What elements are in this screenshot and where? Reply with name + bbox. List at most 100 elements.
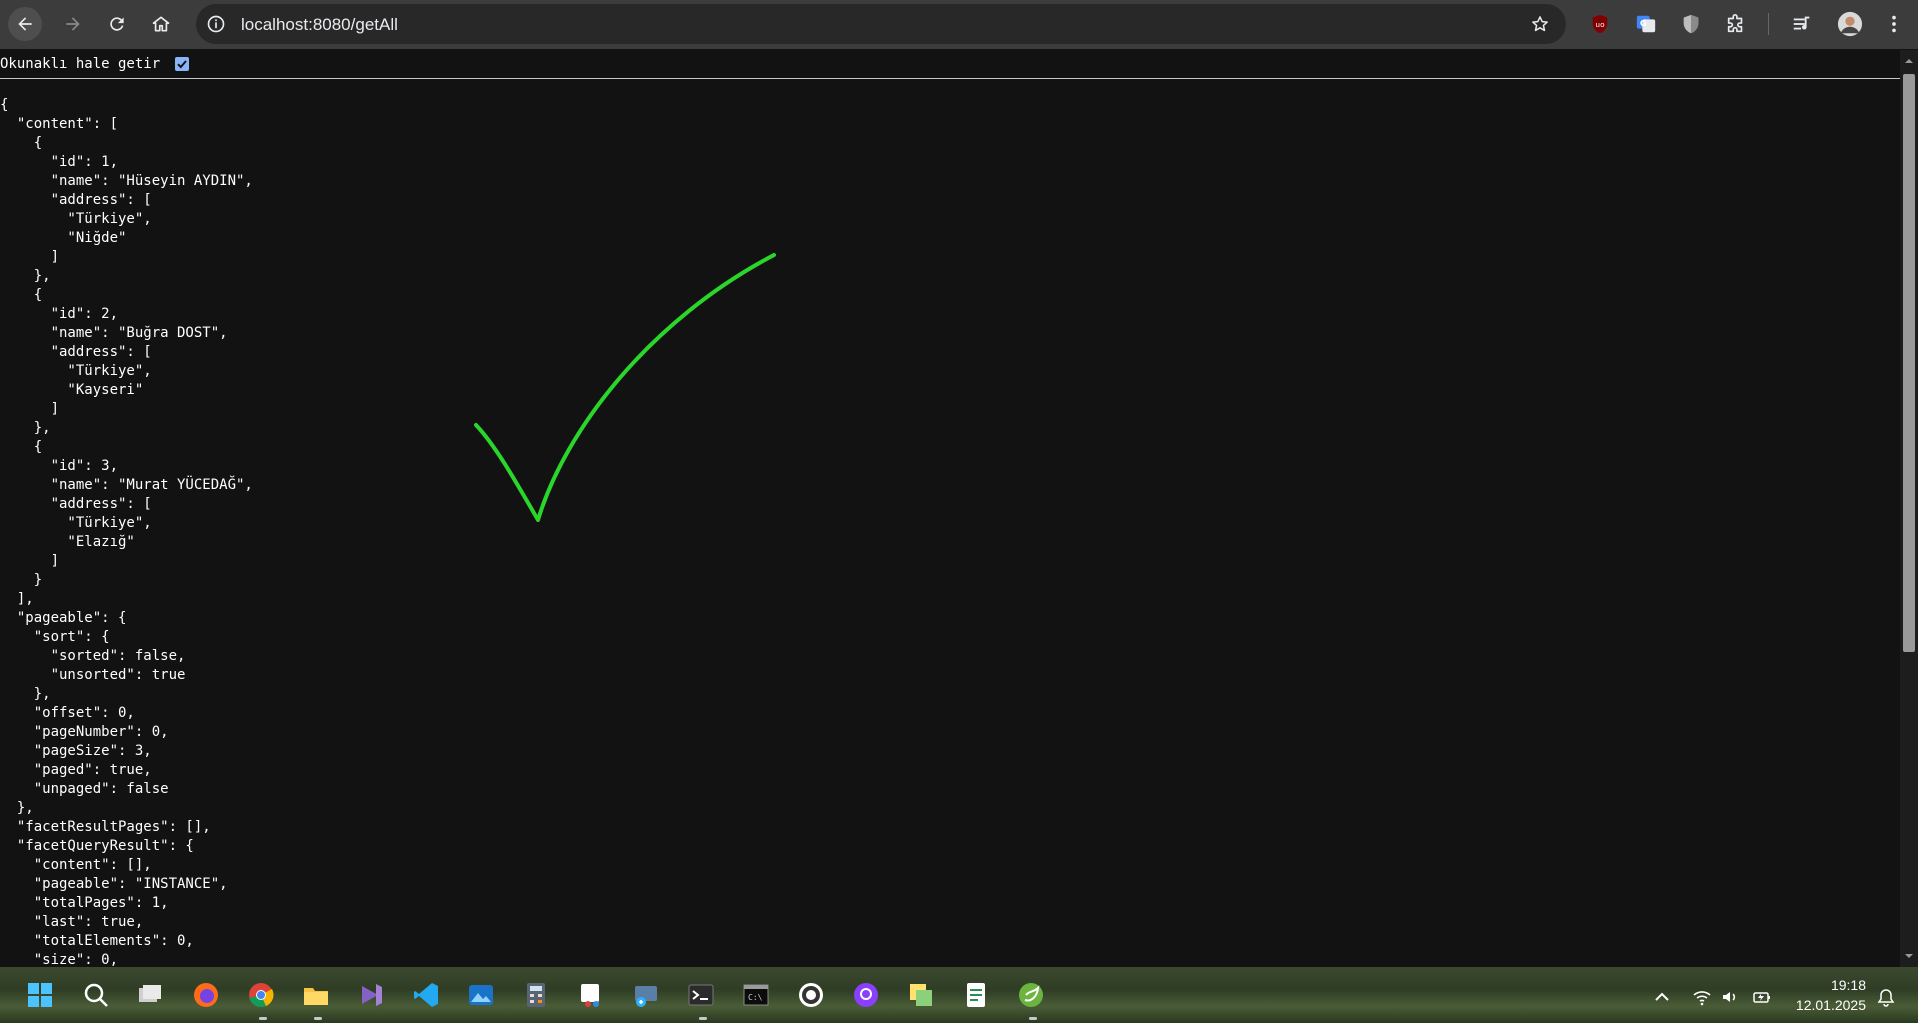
reload-icon: [110, 17, 124, 31]
firefox-icon[interactable]: [190, 979, 222, 1011]
back-button[interactable]: [8, 7, 42, 41]
cmd-icon[interactable]: C:\: [740, 979, 772, 1011]
json-line: "Kayseri": [0, 382, 144, 398]
json-line: "facetQueryResult": {: [0, 838, 194, 854]
notification-bell-icon[interactable]: [1876, 987, 1896, 1007]
forward-button[interactable]: [56, 7, 90, 41]
explorer-running-indicator: [314, 1017, 322, 1020]
json-line: "content": [: [0, 116, 119, 132]
spring-running-indicator: [1029, 1017, 1037, 1020]
pretty-print-label: Okunaklı hale getir: [0, 56, 161, 72]
json-line: {: [0, 439, 43, 455]
json-line: ]: [0, 249, 60, 265]
postman-icon[interactable]: [795, 979, 827, 1011]
windows-start-icon[interactable]: [24, 979, 56, 1011]
json-line: "address": [: [0, 344, 152, 360]
clock-time: 19:18: [1830, 977, 1866, 993]
google-translate-icon[interactable]: G: [1634, 12, 1658, 36]
checkmark-annotation-icon: [474, 253, 776, 522]
json-line: }: [0, 572, 43, 588]
json-line: "name": "Murat YÜCEDAĞ",: [0, 477, 253, 493]
notepad-icon[interactable]: [960, 979, 992, 1011]
json-line: "pageSize": 3,: [0, 743, 152, 759]
json-line: ]: [0, 401, 60, 417]
windows-taskbar: C:\ 19:18 12.01.2025: [0, 967, 1918, 1023]
snipping-tool-icon[interactable]: [575, 979, 607, 1011]
battery-charging-icon[interactable]: [1752, 987, 1772, 1007]
site-info-icon[interactable]: [206, 14, 226, 34]
json-line: ]: [0, 553, 60, 569]
json-line: "unpaged": false: [0, 781, 169, 797]
scrollbar[interactable]: [1900, 50, 1918, 967]
shield-icon[interactable]: [1679, 12, 1703, 36]
browser-toolbar: localhost:8080/getAll uo G: [0, 0, 1918, 49]
clock-date: 12.01.2025: [1795, 997, 1866, 1013]
ublock-icon[interactable]: uo: [1588, 12, 1612, 36]
scroll-down-arrow-icon[interactable]: [1904, 951, 1914, 961]
json-line: "content": [],: [0, 857, 152, 873]
bookmark-star-icon[interactable]: [1530, 14, 1550, 34]
json-line: "id": 1,: [0, 154, 119, 170]
sticky-notes-icon[interactable]: [905, 979, 937, 1011]
menu-kebab-icon[interactable]: [1882, 12, 1906, 36]
media-control-icon[interactable]: [1790, 12, 1814, 36]
json-line: "offset": 0,: [0, 705, 135, 721]
json-line: "totalElements": 0,: [0, 933, 194, 949]
json-content: { "content": [ { "id": 1, "name": "Hüsey…: [0, 96, 253, 970]
photos-icon[interactable]: [465, 979, 497, 1011]
json-line: "pageable": "INSTANCE",: [0, 876, 228, 892]
extensions-puzzle-icon[interactable]: [1724, 12, 1748, 36]
json-line: {: [0, 97, 9, 113]
home-icon: [152, 16, 170, 32]
checkbox-check-icon: [177, 60, 187, 69]
profile-avatar-icon[interactable]: [1836, 10, 1864, 38]
terminal-running-indicator: [699, 1017, 707, 1020]
forward-icon: [66, 17, 80, 31]
spring-tools-icon[interactable]: [1015, 979, 1047, 1011]
home-button[interactable]: [144, 7, 178, 41]
json-line: "last": true,: [0, 914, 144, 930]
json-line: },: [0, 800, 34, 816]
task-view-icon[interactable]: [134, 979, 166, 1011]
json-line: },: [0, 268, 51, 284]
json-line: "pageNumber": 0,: [0, 724, 169, 740]
calculator-icon[interactable]: [520, 979, 552, 1011]
reload-button[interactable]: [100, 7, 134, 41]
svg-text:uo: uo: [1595, 20, 1605, 29]
pretty-print-checkbox[interactable]: [175, 57, 189, 71]
json-line: },: [0, 420, 51, 436]
svg-text:C:\: C:\: [748, 993, 763, 1002]
back-icon: [18, 17, 32, 31]
visual-studio-icon[interactable]: [355, 979, 387, 1011]
chrome-icon[interactable]: [245, 979, 277, 1011]
json-line: "pageable": {: [0, 610, 127, 626]
json-line: "Türkiye",: [0, 211, 152, 227]
search-icon[interactable]: [80, 979, 112, 1011]
url-text[interactable]: localhost:8080/getAll: [241, 15, 398, 35]
json-line: "Elazığ": [0, 534, 135, 550]
json-line: "facetResultPages": [],: [0, 819, 211, 835]
tray-overflow-chevron-icon[interactable]: [1652, 987, 1672, 1007]
json-line: "address": [: [0, 496, 152, 512]
json-line: "paged": true,: [0, 762, 152, 778]
vscode-icon[interactable]: [410, 979, 442, 1011]
json-line: {: [0, 287, 43, 303]
svg-text:G: G: [1640, 18, 1647, 28]
scroll-up-arrow-icon[interactable]: [1904, 56, 1914, 66]
remote-desktop-icon[interactable]: [630, 979, 662, 1011]
wifi-icon[interactable]: [1692, 987, 1712, 1007]
toolbar-divider: [1768, 13, 1769, 35]
volume-icon[interactable]: [1720, 987, 1740, 1007]
json-line: "id": 3,: [0, 458, 119, 474]
file-explorer-icon[interactable]: [300, 979, 332, 1011]
json-line: ],: [0, 591, 34, 607]
system-clock[interactable]: 19:18 12.01.2025: [1796, 975, 1866, 1015]
json-line: "sorted": false,: [0, 648, 186, 664]
address-bar[interactable]: localhost:8080/getAll: [196, 4, 1566, 44]
chrome-running-indicator: [259, 1017, 267, 1020]
github-desktop-icon[interactable]: [850, 979, 882, 1011]
json-line: "Türkiye",: [0, 363, 152, 379]
scroll-thumb[interactable]: [1903, 74, 1915, 652]
terminal-icon[interactable]: [685, 979, 717, 1011]
json-line: "Niğde": [0, 230, 127, 246]
